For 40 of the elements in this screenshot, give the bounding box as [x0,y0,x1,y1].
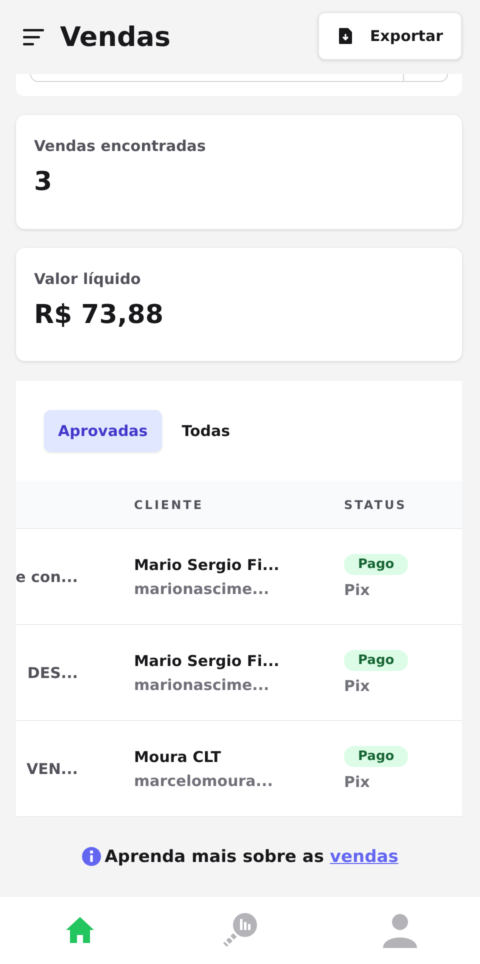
table-row[interactable]: e con... Mario Sergio Fi... marionascime... Pago Pix [16,529,462,626]
client-email: marionascime... [134,676,270,694]
column-header: STATUS [344,498,408,512]
menu-icon[interactable] [22,27,46,48]
stat-label: Vendas encontradas [34,137,207,156]
home-icon [65,915,95,946]
table-row[interactable]: VEN... Moura CLT marcelomoura... Pago Pix [16,721,462,818]
table-cell-text: VEN... [26,760,79,778]
status-badge: Pago [344,746,408,768]
payment-method: Pix [344,773,370,792]
chart-search-icon [221,913,259,948]
select-field[interactable] [30,74,448,82]
stat-label: Valor líquido [34,270,142,288]
table-row[interactable]: DES... Mario Sergio Fi... marionascime... Pago Pix [16,625,462,722]
help-text: Aprenda mais sobre as vendas [104,846,398,867]
info-icon [82,847,101,866]
client-email: marcelomoura... [134,772,273,790]
payment-method: Pix [344,581,370,600]
file-download-icon [338,28,352,44]
filter-tab[interactable]: Aprovadas [44,410,162,452]
column-header: CLIENTE [134,498,205,512]
export-button[interactable]: Exportar [318,12,462,60]
stat-value: R$ 73,88 [34,300,164,330]
status-badge: Pago [344,554,408,576]
nav-button[interactable] [382,912,418,948]
stat-value: 3 [34,167,54,198]
client-name: Moura CLT [134,748,221,766]
nav-button[interactable] [221,913,259,948]
client-name: Mario Sergio Fi... [134,652,280,670]
table-cell-text: e con... [16,568,79,586]
sales-link[interactable]: vendas [330,846,398,867]
status-badge: Pago [344,650,408,672]
nav-button[interactable] [65,915,95,946]
client-email: marionascime... [134,580,270,598]
client-name: Mario Sergio Fi... [134,556,280,574]
payment-method: Pix [344,677,370,696]
table-cell-text: DES... [27,664,79,682]
user-icon [382,912,418,948]
filter-tab[interactable]: Todas [168,410,244,452]
page-title: Vendas [60,22,172,53]
